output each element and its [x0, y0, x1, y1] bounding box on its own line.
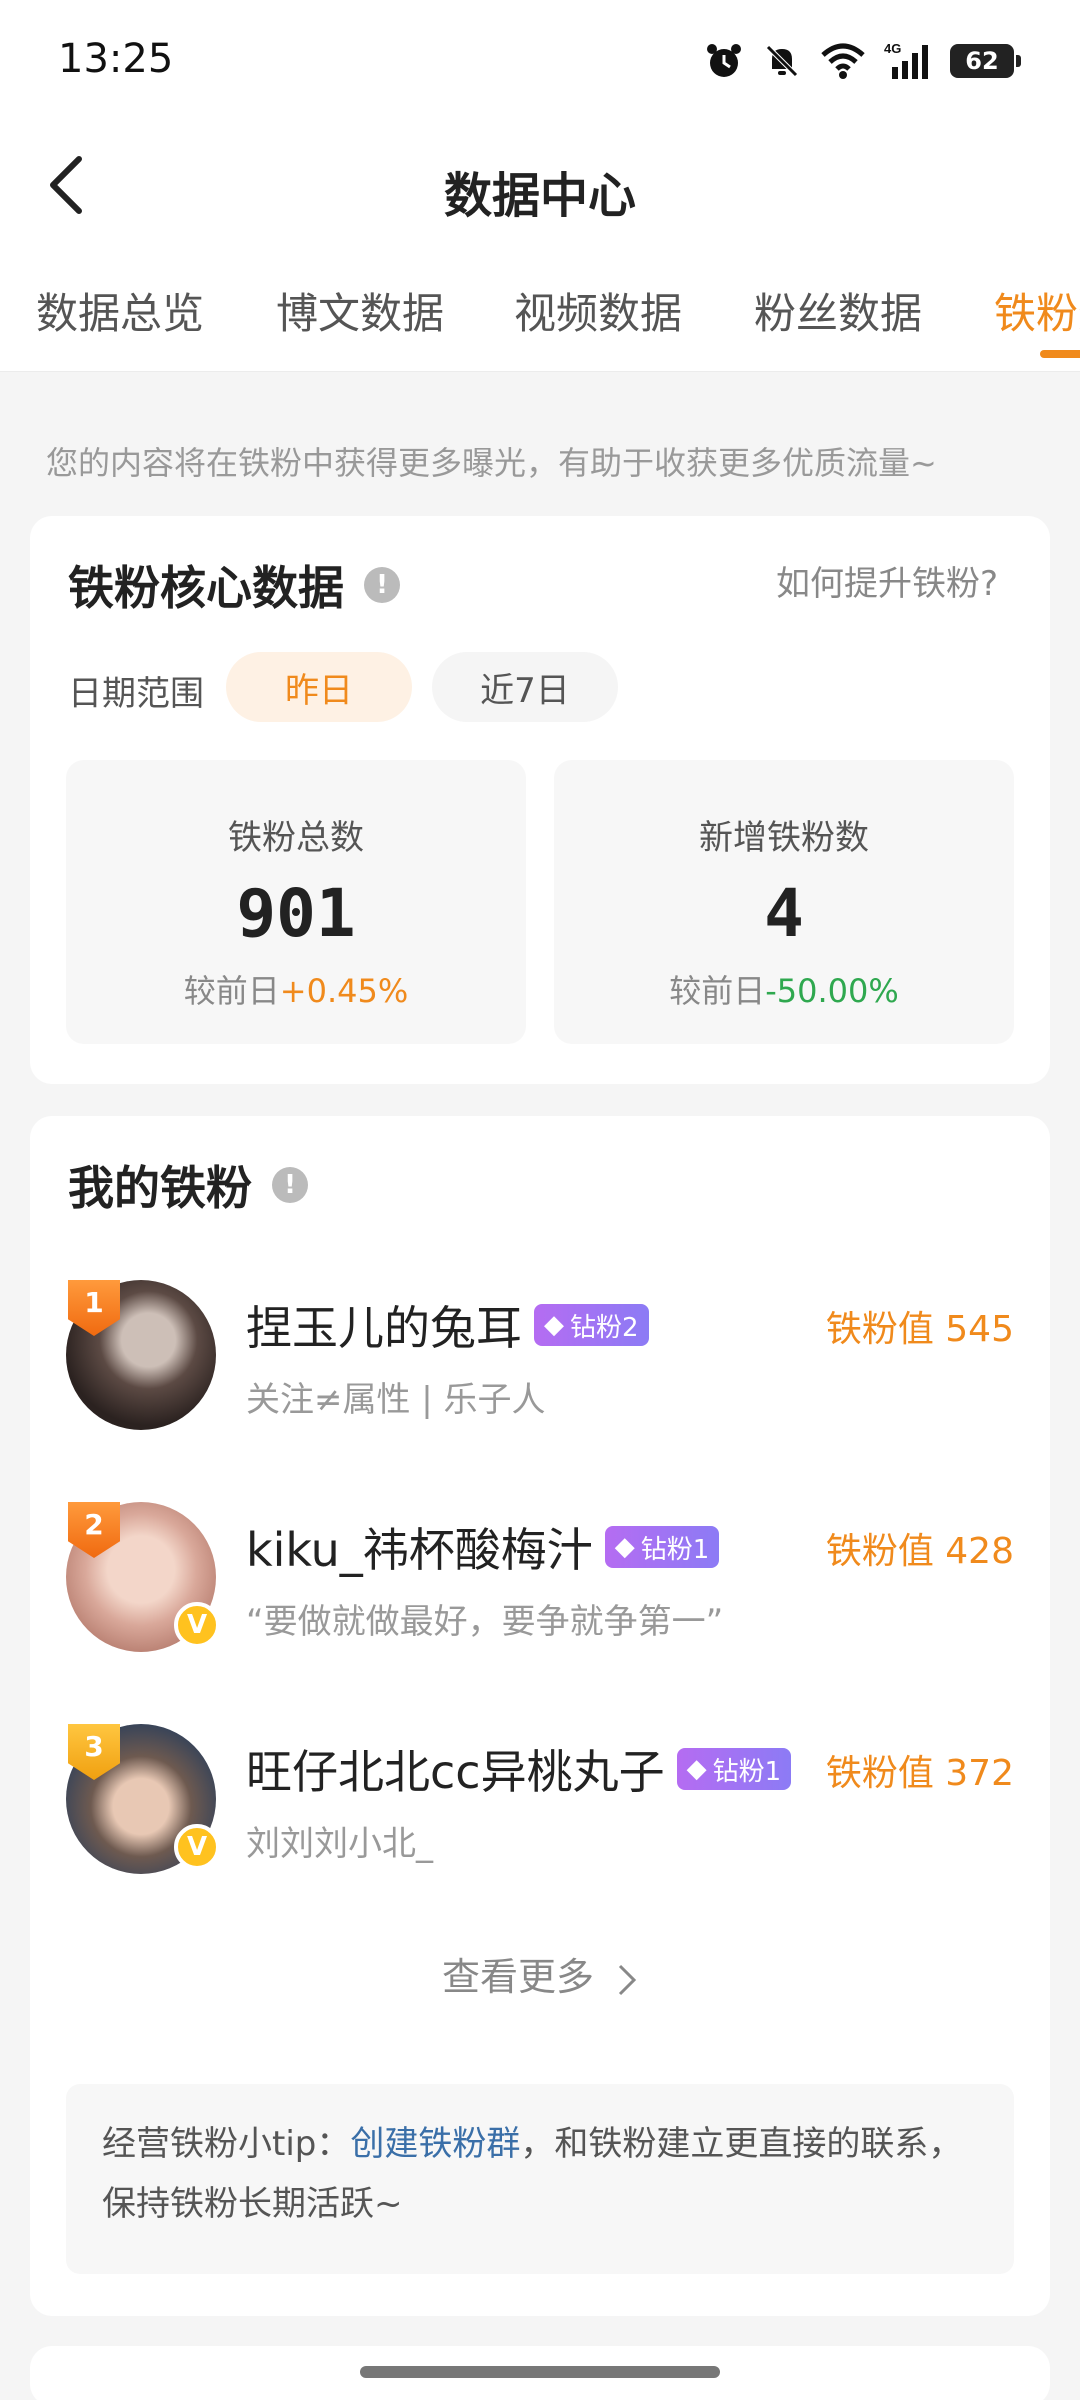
fan-desc: 刘刘刘小北_ — [246, 1824, 433, 1864]
my-fans-card: 我的铁粉 ! 1 捏玉儿的兔耳 ◆ 钻粉2 关注≠属性 | 乐子人 铁粉值 545… — [30, 1116, 1050, 2316]
core-title-text: 铁粉核心数据 — [68, 561, 344, 615]
wifi-icon — [821, 43, 865, 79]
alarm-icon — [707, 44, 741, 77]
fan-name[interactable]: kiku_祎杯酸梅汁 ◆ 钻粉1 — [246, 1514, 720, 1580]
core-section-title: 铁粉核心数据 ! — [68, 552, 400, 618]
fan-value: 铁粉值 428 — [825, 1531, 1014, 1572]
stat-value: 4 — [764, 875, 804, 952]
page-title: 数据中心 — [443, 168, 636, 224]
fan-name[interactable]: 旺仔北北cc异桃丸子 ◆ 钻粉1 — [246, 1736, 792, 1802]
avatar[interactable]: 1 — [66, 1280, 216, 1430]
fan-value: 铁粉值 372 — [825, 1753, 1014, 1794]
svg-text:4G: 4G — [884, 41, 901, 56]
intro-text: 您的内容将在铁粉中获得更多曝光，有助于收获更多优质流量~ — [46, 444, 937, 482]
tab-video[interactable]: 视频数据 — [514, 280, 682, 341]
fans-section-title: 我的铁粉 ! — [68, 1152, 308, 1218]
diamond-icon: ◆ — [544, 1310, 564, 1340]
fan-row[interactable]: 1 捏玉儿的兔耳 ◆ 钻粉2 关注≠属性 | 乐子人 铁粉值 545 — [30, 1280, 1050, 1460]
fan-name[interactable]: 捏玉儿的兔耳 ◆ 钻粉2 — [246, 1292, 649, 1358]
status-icons: 4G 62 — [704, 38, 1021, 84]
range-yesterday-button[interactable]: 昨日 — [226, 652, 412, 722]
diamond-icon: ◆ — [614, 1532, 635, 1562]
fan-row[interactable]: 3 V 旺仔北北cc异桃丸子 ◆ 钻粉1 刘刘刘小北_ 铁粉值 372 — [30, 1724, 1050, 1904]
fan-desc: “要做就做最好，要争就争第一” — [246, 1602, 724, 1642]
tip-prefix: 经营铁粉小tip： — [102, 2124, 351, 2164]
status-time: 13:25 — [58, 36, 174, 82]
stat-compare: 较前日-50.00% — [669, 972, 899, 1010]
chevron-right-icon — [618, 1964, 637, 1995]
date-range-label: 日期范围 — [68, 674, 204, 714]
verified-icon: V — [174, 1602, 220, 1648]
stat-change: +0.45% — [279, 972, 409, 1010]
tab-overview[interactable]: 数据总览 — [36, 280, 204, 341]
fans-title-text: 我的铁粉 — [68, 1161, 252, 1215]
stat-label: 铁粉总数 — [228, 818, 364, 858]
level-badge: ◆ 钻粉1 — [676, 1748, 792, 1790]
avatar[interactable]: 2 V — [66, 1502, 220, 1652]
mute-bell-icon — [766, 45, 798, 77]
tab-fans[interactable]: 粉丝数据 — [754, 280, 922, 341]
core-data-card: 铁粉核心数据 ! 如何提升铁粉? 日期范围 昨日 近7日 铁粉总数 901 较前… — [30, 516, 1050, 1084]
tab-active-indicator — [1040, 350, 1080, 358]
tab-bar: 数据总览 博文数据 视频数据 粉丝数据 铁粉数 — [0, 250, 1080, 372]
range-7days-button[interactable]: 近7日 — [432, 652, 618, 722]
fan-value: 铁粉值 545 — [825, 1309, 1014, 1350]
avatar[interactable]: 3 V — [66, 1724, 220, 1874]
stat-compare: 较前日+0.45% — [183, 972, 409, 1010]
view-more-button[interactable]: 查看更多 — [30, 1946, 1050, 2001]
level-badge: ◆ 钻粉1 — [604, 1526, 720, 1568]
4g-signal-icon: 4G — [884, 41, 928, 79]
stat-change: -50.00% — [765, 972, 899, 1010]
home-indicator[interactable] — [360, 2366, 720, 2378]
stat-total-fans: 铁粉总数 901 较前日+0.45% — [66, 760, 526, 1044]
create-fan-group-link[interactable]: 创建铁粉群 — [350, 2124, 520, 2164]
fan-desc: 关注≠属性 | 乐子人 — [246, 1380, 546, 1420]
level-badge: ◆ 钻粉2 — [534, 1304, 649, 1346]
tip-box: 经营铁粉小tip：创建铁粉群，和铁粉建立更直接的联系，保持铁粉长期活跃~ — [66, 2084, 1014, 2274]
battery-icon: 62 — [950, 44, 1021, 78]
verified-icon: V — [174, 1824, 220, 1870]
stat-label: 新增铁粉数 — [699, 818, 869, 858]
tab-iron-fans[interactable]: 铁粉数 — [994, 280, 1080, 341]
nav-bar: 数据中心 — [0, 120, 1080, 250]
info-icon[interactable]: ! — [272, 1167, 308, 1203]
info-icon[interactable]: ! — [364, 567, 400, 603]
fan-row[interactable]: 2 V kiku_祎杯酸梅汁 ◆ 钻粉1 “要做就做最好，要争就争第一” 铁粉值 … — [30, 1502, 1050, 1682]
help-link[interactable]: 如何提升铁粉? — [776, 556, 998, 605]
stat-value: 901 — [236, 875, 356, 952]
stat-new-fans: 新增铁粉数 4 较前日-50.00% — [554, 760, 1014, 1044]
status-bar: 13:25 4G 62 — [0, 0, 1080, 120]
tab-posts[interactable]: 博文数据 — [276, 280, 444, 341]
diamond-icon: ◆ — [686, 1754, 707, 1784]
